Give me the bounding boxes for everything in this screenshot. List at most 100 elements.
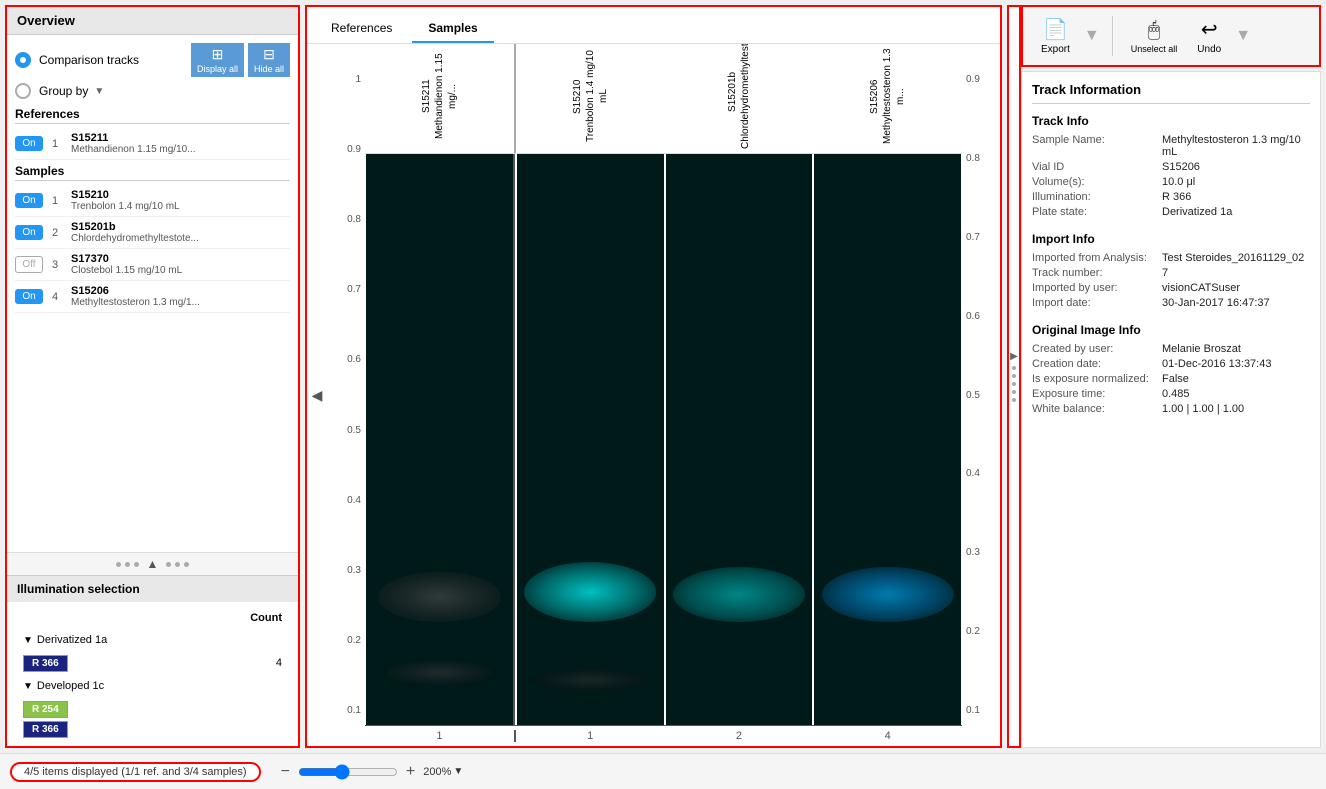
vert-dots-panel[interactable]: ▶	[1007, 5, 1021, 748]
sample-item-3: Off 3 S17370 Clostebol 1.15 mg/10 mL	[15, 249, 290, 281]
sample4-band-main	[822, 567, 954, 622]
zoom-dropdown-arrow[interactable]: ▼	[453, 766, 463, 777]
plate-state-val: Derivatized 1a	[1162, 206, 1232, 218]
zoom-slider[interactable]	[298, 764, 398, 780]
developed-badge2[interactable]: R 366	[23, 721, 68, 738]
y-axis-right-val-01: 0.1	[966, 705, 980, 716]
sample-detail-2: Chlordehydromethyltestote...	[71, 233, 199, 244]
unselect-all-label: Unselect all	[1131, 44, 1178, 54]
sample-item-2: On 2 S15201b Chlordehydromethyltestote..…	[15, 217, 290, 249]
unselect-all-button[interactable]: 🖱 Unselect all	[1125, 17, 1184, 56]
y-axis-right-val-04: 0.4	[966, 468, 980, 479]
undo-dropdown-arrow[interactable]: ▼	[1235, 27, 1251, 45]
creation-date-key: Creation date:	[1032, 358, 1162, 370]
sample-detail-1: Trenbolon 1.4 mg/10 mL	[71, 201, 180, 212]
group-by-row: Group by ▼	[15, 83, 290, 99]
tracks-container: S15211Methandienon 1.15 mg/... S15210Tre…	[365, 44, 962, 746]
illumination-content: Count ▼ Derivatized 1a R 366	[7, 602, 298, 746]
reference-id-1: S15211	[71, 132, 196, 144]
scroll-dot-4	[166, 562, 171, 567]
comparison-tracks-radio[interactable]	[15, 52, 31, 68]
sample2-band-main	[673, 567, 805, 622]
exposure-time-row: Exposure time: 0.485	[1032, 388, 1310, 400]
track-header-col-s15201b: S15201bChlordehydromethyltest...	[665, 44, 814, 153]
display-all-button[interactable]: ⊞ Display all	[191, 43, 244, 77]
volume-key: Volume(s):	[1032, 176, 1162, 188]
plate-state-key: Plate state:	[1032, 206, 1162, 218]
derivatized-badge[interactable]: R 366	[23, 655, 68, 672]
track-info-plate-state-row: Plate state: Derivatized 1a	[1032, 206, 1310, 218]
exposure-time-val: 0.485	[1162, 388, 1190, 400]
reference-detail-1: Methandienon 1.15 mg/10...	[71, 144, 196, 155]
zoom-in-button[interactable]: +	[406, 763, 415, 781]
y-axis-val-07: 0.7	[347, 284, 361, 295]
track-info-volume-row: Volume(s): 10.0 μl	[1032, 176, 1310, 188]
radio-inner	[20, 57, 26, 63]
track-info-illumination-row: Illumination: R 366	[1032, 191, 1310, 203]
undo-button[interactable]: ↩ Undo	[1191, 15, 1227, 57]
right-panel: 📄 Export ▼ 🖱 Unselect all ↩ Undo ▼ Track…	[1021, 5, 1321, 748]
toolbar-separator-1	[1112, 16, 1113, 56]
nav-arrow-left[interactable]: ◀	[307, 44, 327, 746]
tab-samples-label: Samples	[428, 21, 477, 35]
unselect-all-icon: 🖱	[1148, 19, 1160, 42]
undo-label: Undo	[1197, 44, 1221, 55]
track-image-s15201b[interactable]	[666, 154, 813, 725]
import-date-val: 30-Jan-2017 16:47:37	[1162, 297, 1270, 309]
track-image-ref[interactable]	[366, 154, 515, 725]
track-image-s15206[interactable]	[814, 154, 961, 725]
comparison-tracks-label: Comparison tracks	[39, 53, 139, 67]
sample-toggle-4[interactable]: On	[15, 289, 43, 304]
chromatogram-area: ◀ 1 0.9 0.8 0.7 0.6 0.5 0.4 0.3 0.2 0.1	[307, 44, 1000, 746]
group-by-radio[interactable]	[15, 83, 31, 99]
tab-samples[interactable]: Samples	[412, 15, 493, 43]
overview-title: Overview	[17, 13, 75, 28]
sample-toggle-2[interactable]: On	[15, 225, 43, 240]
vert-dot-3	[1012, 382, 1016, 386]
sample1-band-main	[524, 562, 656, 622]
count-header: Count	[172, 610, 286, 626]
export-dropdown-arrow[interactable]: ▼	[1084, 27, 1100, 45]
tab-references[interactable]: References	[315, 15, 408, 43]
group-by-dropdown-arrow[interactable]: ▼	[94, 86, 104, 97]
y-axis-val-04: 0.4	[347, 495, 361, 506]
hide-all-label: Hide all	[254, 64, 284, 74]
sample-toggle-1[interactable]: On	[15, 193, 43, 208]
export-icon: 📄	[1043, 17, 1068, 42]
hide-all-button[interactable]: ⊟ Hide all	[248, 43, 290, 77]
sample-item-1: On 1 S15210 Trenbolon 1.4 mg/10 mL	[15, 185, 290, 217]
developed-expand-icon[interactable]: ▼	[23, 681, 33, 692]
sample-toggle-3[interactable]: Off	[15, 256, 43, 273]
sample-number-2: 2	[47, 227, 63, 239]
sample-detail-3: Clostebol 1.15 mg/10 mL	[71, 265, 182, 276]
track-header-s15210: S15210Trenbolon 1.4 mg/10 mL	[571, 44, 610, 149]
scroll-dot-3	[134, 562, 139, 567]
vert-arrow-top[interactable]: ▶	[1010, 351, 1018, 362]
import-analysis-row: Imported from Analysis: Test Steroides_2…	[1032, 252, 1310, 264]
x-axis-val-2: 2	[665, 730, 814, 742]
ref-band-1	[378, 572, 501, 622]
illumination-header: Illumination selection	[7, 576, 298, 602]
developed-label: Developed 1c	[37, 680, 104, 692]
import-track-number-row: Track number: 7	[1032, 267, 1310, 279]
vert-dot-5	[1012, 398, 1016, 402]
developed-badge1[interactable]: R 254	[23, 701, 68, 718]
white-balance-row: White balance: 1.00 | 1.00 | 1.00	[1032, 403, 1310, 415]
import-date-key: Import date:	[1032, 297, 1162, 309]
derivatized-expand-icon[interactable]: ▼	[23, 635, 33, 646]
reference-toggle-1[interactable]: On	[15, 136, 43, 151]
sample-info-2: S15201b Chlordehydromethyltestote...	[71, 221, 199, 244]
track-header-s15201b: S15201bChlordehydromethyltest...	[726, 44, 752, 149]
group-by-label: Group by	[39, 84, 88, 98]
y-axis-right: 0.9 0.8 0.7 0.6 0.5 0.4 0.3 0.2 0.1	[962, 44, 1000, 746]
export-button[interactable]: 📄 Export	[1035, 15, 1076, 57]
sample-number-4: 4	[47, 291, 63, 303]
x-axis-val-4: 4	[813, 730, 962, 742]
references-section-label: References	[15, 107, 290, 124]
sample-item-4: On 4 S15206 Methyltestosteron 1.3 mg/1..…	[15, 281, 290, 313]
zoom-out-button[interactable]: −	[281, 763, 290, 781]
derivatized-label: Derivatized 1a	[37, 634, 107, 646]
sample-id-2: S15201b	[71, 221, 199, 233]
track-image-s15210[interactable]	[517, 154, 664, 725]
scroll-up-arrow[interactable]: ▲	[147, 557, 159, 571]
